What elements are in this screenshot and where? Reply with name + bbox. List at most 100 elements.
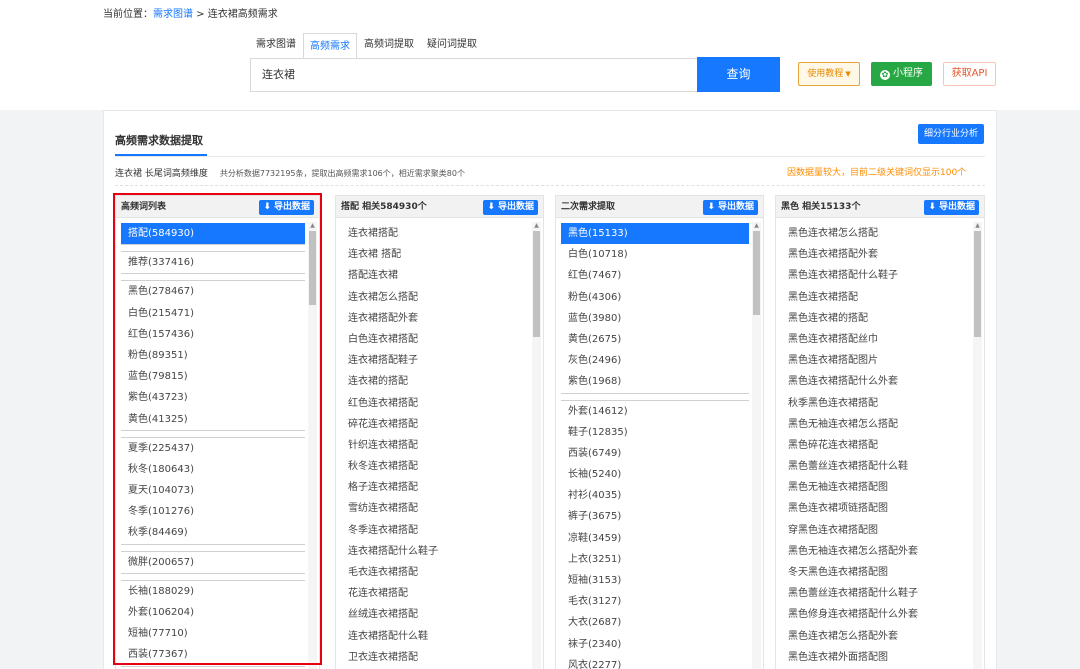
list-item[interactable]: 蓝色(3980): [561, 308, 749, 329]
scroll-thumb[interactable]: [533, 231, 540, 337]
list-item[interactable]: 黑色连衣裙搭配丝巾: [781, 329, 970, 350]
list-item[interactable]: 黑色无袖连衣裙搭配图: [781, 477, 970, 498]
list-item[interactable]: 微胖(200657): [121, 552, 305, 573]
list-item[interactable]: 外套(106204): [121, 602, 305, 623]
list-item[interactable]: 鞋子(12835): [561, 422, 749, 443]
list-item[interactable]: 连衣裙搭配什么鞋子: [341, 541, 529, 562]
list-item[interactable]: 紫色(43723): [121, 387, 305, 408]
list-item[interactable]: 上衣(3251): [561, 549, 749, 570]
list-item[interactable]: 秋冬连衣裙搭配: [341, 456, 529, 477]
list-item[interactable]: 红色(157436): [121, 324, 305, 345]
list-item[interactable]: 白色(215471): [121, 303, 305, 324]
list-item[interactable]: 黑色无袖连衣裙怎么搭配外套: [781, 541, 970, 562]
export-data-button[interactable]: ⬇ 导出数据: [703, 200, 758, 215]
scroll-up-icon[interactable]: ▲: [973, 222, 982, 230]
list-item[interactable]: 红色(7467): [561, 265, 749, 286]
scroll-thumb[interactable]: [753, 231, 760, 315]
list-item[interactable]: 粉色(89351): [121, 345, 305, 366]
list-item[interactable]: 黑色蕾丝连衣裙搭配什么鞋: [781, 456, 970, 477]
list-item[interactable]: 穿黑色连衣裙搭配图: [781, 520, 970, 541]
list-item[interactable]: 连衣裙搭配什么鞋: [341, 626, 529, 647]
scrollbar[interactable]: ▲: [532, 222, 541, 669]
list-item[interactable]: 搭配连衣裙: [341, 265, 529, 286]
list-item[interactable]: 连衣裙搭配鞋子: [341, 350, 529, 371]
list-item[interactable]: 黑色连衣裙搭配什么外套: [781, 371, 970, 392]
list-item[interactable]: 毛衣连衣裙搭配: [341, 562, 529, 583]
list-item[interactable]: 黑色无袖连衣裙怎么搭配: [781, 414, 970, 435]
list-item[interactable]: 推荐(337416): [121, 252, 305, 273]
scroll-thumb[interactable]: [974, 231, 981, 337]
tab-demand-graph[interactable]: 需求图谱: [250, 32, 302, 58]
list-item[interactable]: 西装(6749): [561, 443, 749, 464]
list-item[interactable]: 黑色连衣裙搭配图片: [781, 350, 970, 371]
list-item[interactable]: 黑色修身连衣裙搭配什么外套: [781, 604, 970, 625]
scroll-up-icon[interactable]: ▲: [752, 222, 761, 230]
list-item[interactable]: 连衣裙怎么搭配: [341, 287, 529, 308]
list-item[interactable]: 花连衣裙搭配: [341, 583, 529, 604]
list-item[interactable]: 粉色(4306): [561, 287, 749, 308]
list-item[interactable]: 黑色蕾丝连衣裙搭配什么鞋子: [781, 583, 970, 604]
list-item[interactable]: 黑色连衣裙搭配什么鞋子: [781, 265, 970, 286]
list-item[interactable]: 秋季(84469): [121, 522, 305, 543]
list-item[interactable]: 黑色连衣裙搭配外套: [781, 244, 970, 265]
list-item[interactable]: 黄色(2675): [561, 329, 749, 350]
list-item[interactable]: 连衣裙搭配: [341, 223, 529, 244]
list-item[interactable]: 短袖(77710): [121, 623, 305, 644]
list-item[interactable]: 黑色连衣裙的搭配: [781, 308, 970, 329]
list-item[interactable]: 紫色(1968): [561, 371, 749, 392]
list-item[interactable]: 连衣裙搭配外套: [341, 308, 529, 329]
list-item[interactable]: 长袖(188029): [121, 581, 305, 602]
list-item[interactable]: 短袖(3153): [561, 570, 749, 591]
mini-program-button[interactable]: ✿ 小程序: [871, 62, 932, 86]
list-item[interactable]: 外套(14612): [561, 401, 749, 422]
scrollbar[interactable]: ▲: [752, 222, 761, 669]
list-item[interactable]: 袜子(2340): [561, 634, 749, 655]
list-item[interactable]: 格子连衣裙搭配: [341, 477, 529, 498]
list-item[interactable]: 卫衣连衣裙搭配: [341, 647, 529, 668]
list-item[interactable]: 连衣裙的搭配: [341, 371, 529, 392]
tab-question-words[interactable]: 疑问词提取: [421, 32, 483, 58]
list-item[interactable]: 夏季(225437): [121, 438, 305, 459]
list-item[interactable]: 红色连衣裙搭配: [341, 393, 529, 414]
scrollbar[interactable]: ▲: [973, 222, 982, 669]
list-item[interactable]: 黑色连衣裙怎么搭配: [781, 223, 970, 244]
list-item[interactable]: 雪纺连衣裙搭配: [341, 498, 529, 519]
list-item[interactable]: 针织连衣裙搭配: [341, 435, 529, 456]
scrollbar[interactable]: ▲: [308, 222, 317, 669]
list-item[interactable]: 蓝色(79815): [121, 366, 305, 387]
export-data-button[interactable]: ⬇ 导出数据: [924, 200, 979, 215]
list-item[interactable]: 丝绒连衣裙搭配: [341, 604, 529, 625]
list-item[interactable]: 衬衫(4035): [561, 485, 749, 506]
list-item[interactable]: 灰色(2496): [561, 350, 749, 371]
list-item[interactable]: 冬季(101276): [121, 501, 305, 522]
list-item[interactable]: 黑色连衣裙怎么搭配外套: [781, 626, 970, 647]
tab-high-frequency-demand[interactable]: 高频需求: [303, 33, 357, 59]
list-item[interactable]: 黑色碎花连衣裙搭配: [781, 435, 970, 456]
list-item[interactable]: 风衣(2277): [561, 655, 749, 669]
list-item[interactable]: 裤子(3675): [561, 506, 749, 527]
list-item[interactable]: 毛衣(3127): [561, 591, 749, 612]
list-item[interactable]: 长袖(5240): [561, 464, 749, 485]
export-data-button[interactable]: ⬇ 导出数据: [483, 200, 538, 215]
list-item[interactable]: 大衣(2687): [561, 612, 749, 633]
list-item[interactable]: 黑色(278467): [121, 281, 305, 302]
export-data-button[interactable]: ⬇ 导出数据: [259, 200, 314, 215]
list-item[interactable]: 碎花连衣裙搭配: [341, 414, 529, 435]
list-item[interactable]: 秋季黑色连衣裙搭配: [781, 393, 970, 414]
list-item[interactable]: 白色连衣裙搭配: [341, 329, 529, 350]
list-item[interactable]: 夏天(104073): [121, 480, 305, 501]
list-item[interactable]: 白色(10718): [561, 244, 749, 265]
list-item[interactable]: 西装(77367): [121, 644, 305, 665]
search-button[interactable]: 查询: [697, 57, 780, 92]
list-item[interactable]: 秋冬(180643): [121, 459, 305, 480]
industry-analysis-button[interactable]: 细分行业分析: [918, 124, 984, 144]
list-item[interactable]: 黑色(15133): [561, 223, 749, 245]
list-item[interactable]: 黑色连衣裙项链搭配图: [781, 498, 970, 519]
list-item[interactable]: 凉鞋(3459): [561, 528, 749, 549]
list-item[interactable]: 黑色连衣裙外面搭配图: [781, 647, 970, 668]
scroll-up-icon[interactable]: ▲: [308, 222, 317, 230]
list-item[interactable]: 搭配(584930): [121, 223, 305, 245]
get-api-button[interactable]: 获取API: [943, 62, 996, 86]
list-item[interactable]: 冬季连衣裙搭配: [341, 520, 529, 541]
list-item[interactable]: 冬天黑色连衣裙搭配图: [781, 562, 970, 583]
